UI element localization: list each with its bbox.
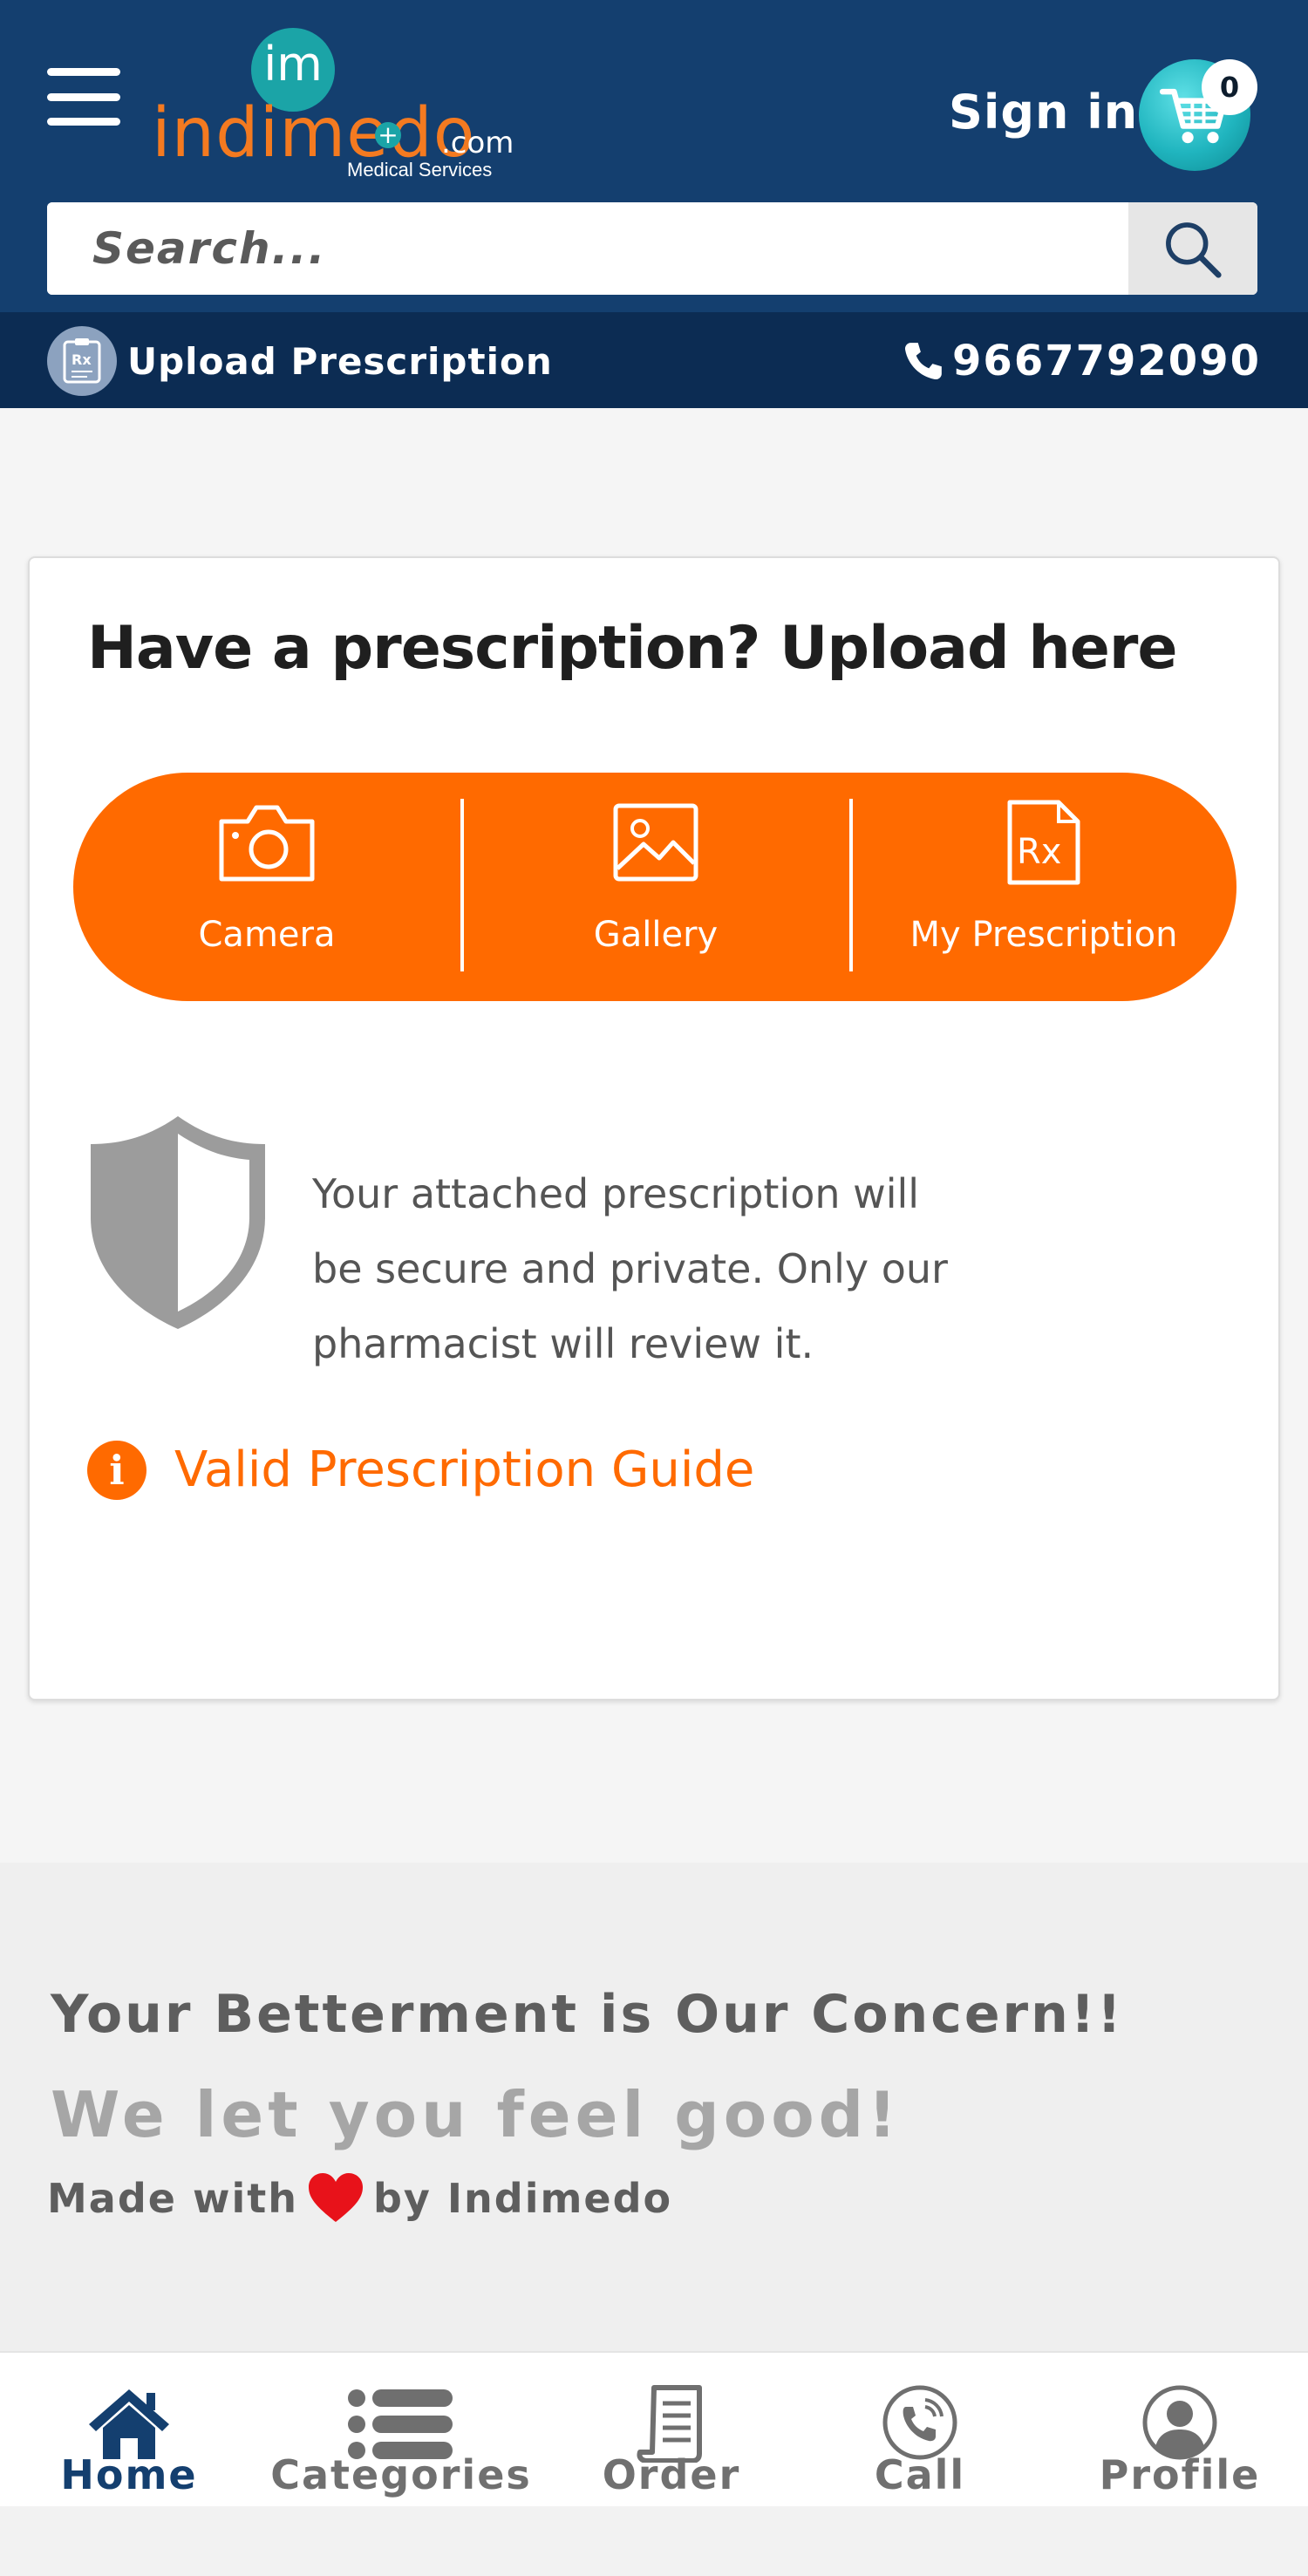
privacy-notice-line: pharmacist will review it. xyxy=(312,1320,814,1367)
nav-categories-label: Categories xyxy=(270,2451,532,2498)
search-input[interactable] xyxy=(47,202,1128,295)
nav-home-label: Home xyxy=(60,2451,198,2498)
svg-text:Rx: Rx xyxy=(72,351,92,368)
nav-call-label: Call xyxy=(874,2451,966,2498)
privacy-notice-line: be secure and private. Only our xyxy=(312,1245,948,1292)
logo-plus-icon: + xyxy=(375,122,401,148)
rx-document-icon: Rx xyxy=(1007,800,1080,885)
nav-call[interactable]: Call xyxy=(811,2353,1029,2508)
upload-prescription-card: Have a prescription? Upload here Camera … xyxy=(28,556,1280,1700)
made-with-prefix: Made with xyxy=(47,2175,298,2222)
heart-icon xyxy=(308,2173,363,2222)
privacy-notice: Your attached prescription will be secur… xyxy=(312,1156,1080,1381)
phone-number: 9667792090 xyxy=(952,337,1261,385)
logo-domain: .com xyxy=(441,126,514,160)
shield-icon xyxy=(91,1116,265,1329)
nav-home[interactable]: Home xyxy=(35,2353,223,2508)
gallery-icon xyxy=(613,803,698,882)
sign-in-link[interactable]: Sign in xyxy=(949,82,1138,143)
phone-icon xyxy=(904,343,942,380)
guide-label: Valid Prescription Guide xyxy=(174,1441,755,1498)
nav-categories[interactable]: Categories xyxy=(262,2353,541,2508)
upload-prescription-link[interactable]: Upload Prescription xyxy=(127,338,553,385)
tagline-primary: Your Betterment is Our Concern!! xyxy=(51,1984,1124,2045)
my-prescription-option-button[interactable]: Rx My Prescription xyxy=(851,773,1236,1001)
nav-order[interactable]: Order xyxy=(558,2353,785,2508)
nav-order-label: Order xyxy=(602,2451,741,2498)
my-prescription-option-label: My Prescription xyxy=(909,915,1178,955)
gallery-option-button[interactable]: Gallery xyxy=(462,773,849,1001)
bottom-navigation: Home Categories Order Call Profile xyxy=(0,2351,1308,2506)
search-bar xyxy=(47,202,1257,295)
nav-profile[interactable]: Profile xyxy=(1064,2353,1296,2508)
upload-options-bar: Camera Gallery Rx My Prescription xyxy=(73,773,1236,1001)
action-bar: Rx Upload Prescription 9667792090 xyxy=(0,312,1308,408)
info-icon: i xyxy=(87,1441,146,1500)
camera-option-label: Camera xyxy=(198,915,336,955)
valid-prescription-guide-link[interactable]: i Valid Prescription Guide xyxy=(87,1441,754,1500)
camera-icon xyxy=(219,805,315,882)
phone-number-link[interactable]: 9667792090 xyxy=(902,335,1261,387)
bottom-safe-area xyxy=(0,2506,1308,2576)
logo-tagline: Medical Services xyxy=(347,159,493,181)
privacy-notice-line: Your attached prescription will xyxy=(312,1170,920,1217)
made-with-line: Made with by Indimedo xyxy=(47,2171,672,2225)
card-title: Have a prescription? Upload here xyxy=(87,614,1178,683)
menu-icon[interactable] xyxy=(47,68,120,126)
footer-tagline: Your Betterment is Our Concern!! We let … xyxy=(0,1863,1308,2351)
app-header: im indimedo + .com Medical Services Sign… xyxy=(0,0,1308,312)
tagline-secondary: We let you feel good! xyxy=(51,2078,902,2151)
search-button[interactable] xyxy=(1128,202,1257,295)
gallery-option-label: Gallery xyxy=(593,915,719,955)
nav-profile-label: Profile xyxy=(1099,2451,1261,2498)
camera-option-button[interactable]: Camera xyxy=(73,773,460,1001)
prescription-icon[interactable]: Rx xyxy=(47,326,117,396)
search-icon xyxy=(1166,222,1222,278)
indimedo-logo[interactable]: im indimedo + .com Medical Services xyxy=(152,28,514,185)
svg-text:Rx: Rx xyxy=(1017,832,1061,872)
cart-count-badge: 0 xyxy=(1202,59,1257,115)
made-with-suffix: by Indimedo xyxy=(372,2175,673,2222)
